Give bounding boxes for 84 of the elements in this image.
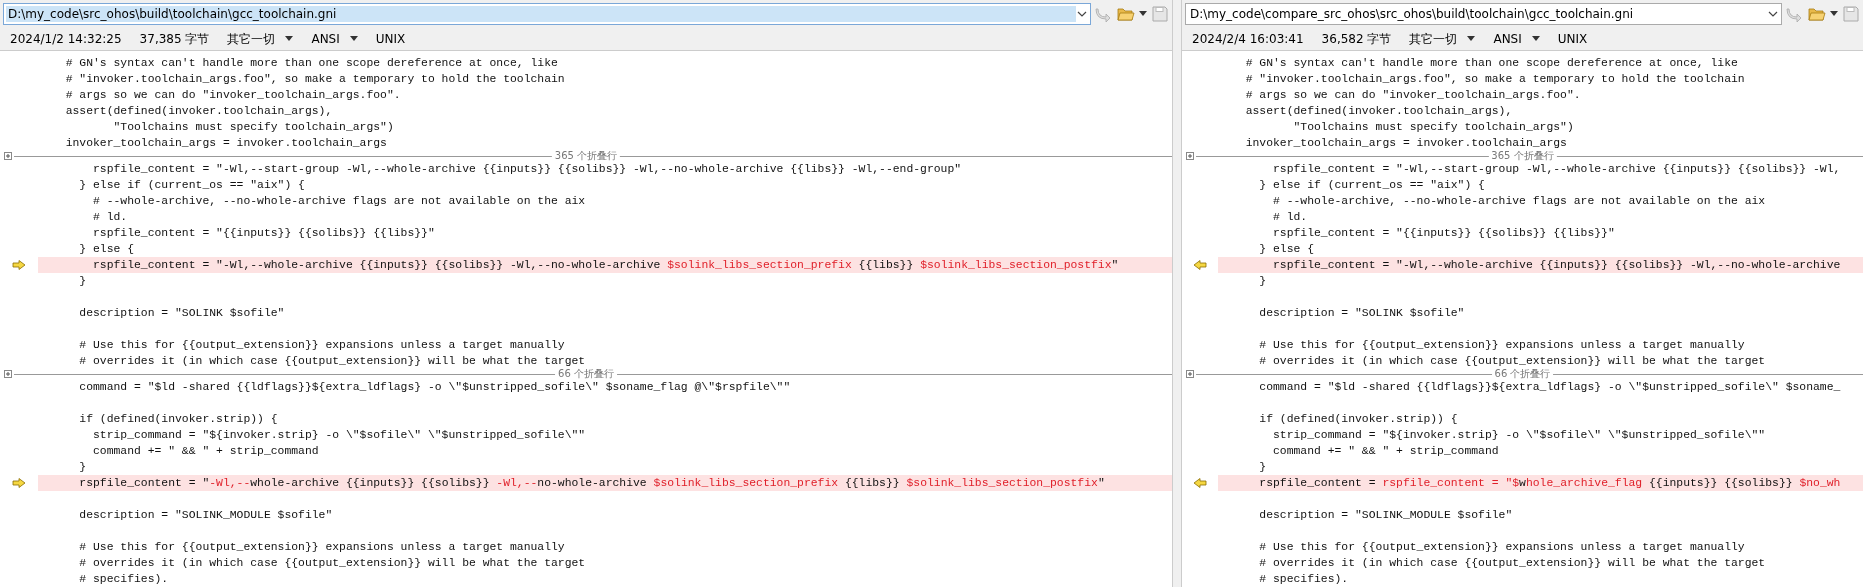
collapsed-lines-label[interactable]: 365 个折叠行 [1488,151,1557,161]
code-line: description = "SOLINK $sofile" [1258,306,1465,321]
caret-icon[interactable] [349,36,358,42]
code-line: } else { [78,242,135,257]
code-line: # Use this for {{output_extension}} expansions unless a target manually [78,338,565,353]
code-line: # specifies). [78,572,169,587]
arrow-left-icon[interactable] [1193,478,1207,488]
code-line: # Use this for {{output_extension}} expansions unless a target manually [1258,338,1745,353]
expand-icon[interactable] [4,152,12,160]
code-line: } [78,274,87,289]
expand-icon[interactable] [4,370,12,378]
code-line: command += " && " + strip_command [92,444,319,459]
code-line: command = "$ld -shared {{ldflags}}${extra_ldflags} -o \"$unstripped_sofile\" $soname_ [1258,380,1841,395]
code-line: } else { [1258,242,1315,257]
caret-icon[interactable] [1830,11,1838,17]
code-line: rspfile_content = "{{inputs}} {{solibs}} {{libs}}" [1272,226,1615,241]
collapsed-lines-label[interactable]: 365 个折叠行 [551,151,621,161]
code-line: # "invoker.toolchain_args.foo", so make a temporary to hold the toolchain [1244,72,1745,87]
code-line: rspfile_content = "-Wl,--whole-archive {{inputs}} {{solibs}} -Wl,--no-whole-archive $solink_libs_section_prefix {{libs}} $solink_libs_section_postfix" [92,258,1119,273]
code-line: # overrides it (in which case {{output_extension}} will be what the target [78,556,586,571]
code-line: # specifies). [1258,572,1349,587]
file-size: 37,385 字节 [139,30,210,48]
expand-icon[interactable] [1186,152,1194,160]
code-line: # "invoker.toolchain_args.foo", so make a temporary to hold the toolchain [64,72,565,87]
code-line: "Toolchains must specify toolchain_args") [1292,120,1574,135]
code-line: # --whole-archive, --no-whole-archive flags are not available on the aix [1272,194,1766,209]
code-line: # overrides it (in which case {{output_extension}} will be what the target [78,354,586,369]
line-ending-label[interactable]: UNIX [1557,32,1588,46]
code-line: command += " && " + strip_command [1272,444,1499,459]
path-field[interactable]: D:\my_code\src_ohos\build\toolchain\gcc_toolchain.gni [3,3,1091,25]
arrow-right-icon[interactable] [12,478,26,488]
code-line: # overrides it (in which case {{output_extension}} will be what the target [1258,354,1766,369]
code-line: invoker_toolchain_args = invoker.toolchain_args [1244,136,1567,151]
file-date: 2024/1/2 14:32:25 [10,32,122,46]
code-line: # Use this for {{output_extension}} expansions unless a target manually [1258,540,1745,555]
expand-icon[interactable] [1186,370,1194,378]
code-line: # args so we can do "invoker_toolchain_args.foo". [1244,88,1581,103]
code-line: } [1258,274,1267,289]
caret-icon[interactable] [285,36,294,42]
code-line: rspfile_content = "-Wl,--whole-archive {{inputs}} {{solibs}} -Wl,--no-whole-archive [1272,258,1841,273]
encoding-menu[interactable]: ANSI [1493,32,1522,46]
file-size: 36,582 字节 [1321,30,1392,48]
code-line: # overrides it (in which case {{output_extension}} will be what the target [1258,556,1766,571]
code-line: description = "SOLINK_MODULE $sofile" [78,508,333,523]
code-line: "Toolchains must specify toolchain_args") [112,120,394,135]
code-line: # ld. [92,210,128,225]
file-date: 2024/2/4 16:03:41 [1192,32,1304,46]
code-line: strip_command = "${invoker.strip} -o \"$sofile\" \"$unstripped_sofile\"" [92,428,586,443]
collapsed-lines-label[interactable]: 66 个折叠行 [555,369,617,379]
code-line: assert(defined(invoker.toolchain_args), [1244,104,1513,119]
arrow-right-icon[interactable] [12,260,26,270]
code-line: rspfile_content = "-Wl,--start-group -Wl,--whole-archive {{inputs}} {{solibs}} -Wl, [1272,162,1841,177]
code-line: # GN's syntax can't handle more than one scope dereference at once, like [1244,56,1738,71]
code-line: } [1258,460,1267,475]
encoding-menu[interactable]: ANSI [311,32,340,46]
caret-icon[interactable] [1531,36,1540,42]
code-line: } [78,460,87,475]
code-line: } else if (current_os == "aix") { [78,178,305,193]
caret-icon[interactable] [1139,11,1147,17]
code-line: } else if (current_os == "aix") { [1258,178,1485,193]
code-line: assert(defined(invoker.toolchain_args), [64,104,333,119]
code-line: rspfile_content = rspfile_content = "$whole_archive_flag {{inputs}} {{solibs}} $no_wh [1258,476,1841,491]
code-line: rspfile_content = "{{inputs}} {{solibs}} {{libs}}" [92,226,435,241]
code-line: # Use this for {{output_extension}} expansions unless a target manually [78,540,565,555]
code-line: # GN's syntax can't handle more than one scope dereference at once, like [64,56,558,71]
filter-menu[interactable]: 其它一切 [1409,30,1458,48]
code-line: description = "SOLINK $sofile" [78,306,285,321]
code-line: # args so we can do "invoker_toolchain_args.foo". [64,88,401,103]
code-line: if (defined(invoker.strip)) { [1258,412,1458,427]
code-line: # ld. [1272,210,1308,225]
code-line: description = "SOLINK_MODULE $sofile" [1258,508,1513,523]
code-line: # --whole-archive, --no-whole-archive flags are not available on the aix [92,194,586,209]
path-field[interactable]: D:\my_code\compare_src_ohos\src_ohos\build\toolchain\gcc_toolchain.gni [1185,3,1782,25]
code-line: rspfile_content = "-Wl,--start-group -Wl,--whole-archive {{inputs}} {{solibs}} -Wl,--no-whole-archive {{libs}} -Wl,--end-group" [92,162,962,177]
code-line: strip_command = "${invoker.strip} -o \"$sofile\" \"$unstripped_sofile\"" [1272,428,1766,443]
collapsed-lines-label[interactable]: 66 个折叠行 [1491,369,1554,379]
filter-menu[interactable]: 其它一切 [227,30,276,48]
code-line: command = "$ld -shared {{ldflags}}${extra_ldflags} -o \"$unstripped_sofile\" $soname_flag @\"$rspfile\"" [78,380,791,395]
code-line: rspfile_content = "-Wl,--whole-archive {{inputs}} {{solibs}} -Wl,--no-whole-archive $solink_libs_section_prefix {{libs}} $solink_libs_section_postfix" [78,476,1105,491]
code-line: invoker_toolchain_args = invoker.toolchain_args [64,136,387,151]
code-line: if (defined(invoker.strip)) { [78,412,278,427]
arrow-left-icon[interactable] [1193,260,1207,270]
line-ending-label[interactable]: UNIX [375,32,406,46]
caret-icon[interactable] [1467,36,1476,42]
